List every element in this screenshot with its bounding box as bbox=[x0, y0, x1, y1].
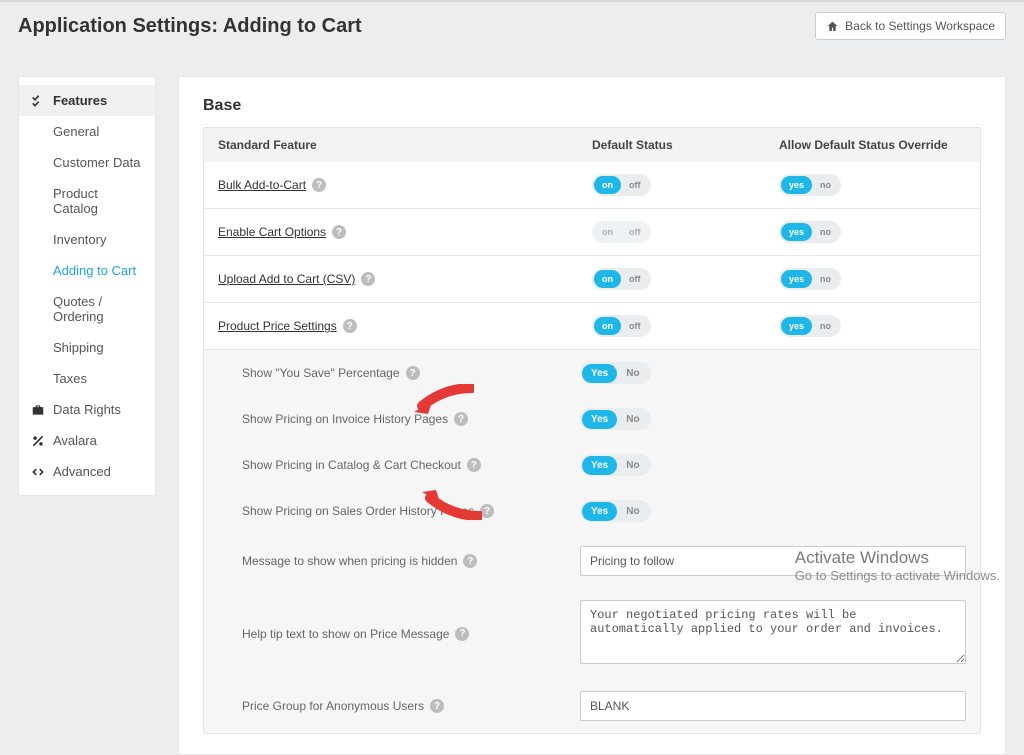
help-icon[interactable]: ? bbox=[467, 458, 481, 472]
sidebar-item-label: Inventory bbox=[53, 232, 106, 247]
sub-row-help-tip: Help tip text to show on Price Message? … bbox=[204, 588, 980, 679]
briefcase-icon bbox=[31, 403, 45, 417]
help-icon[interactable]: ? bbox=[463, 554, 477, 568]
sidebar-item-label: Data Rights bbox=[53, 402, 121, 417]
sub-label: Show Pricing on Invoice History Pages bbox=[242, 412, 448, 426]
sidebar-item-advanced[interactable]: Advanced bbox=[19, 456, 155, 487]
help-tip-textarea[interactable]: Your negotiated pricing rates will be au… bbox=[580, 600, 966, 664]
sub-row-invoice-history: Show Pricing on Invoice History Pages? Y… bbox=[204, 396, 980, 442]
sales-order-toggle[interactable]: YesNo bbox=[580, 500, 651, 522]
sidebar-item-features[interactable]: Features bbox=[19, 85, 155, 116]
sub-row-you-save: Show "You Save" Percentage? YesNo bbox=[204, 350, 980, 396]
col-default-status: Default Status bbox=[592, 138, 779, 152]
sub-row-sales-order: Show Pricing on Sales Order History Page… bbox=[204, 488, 980, 534]
sidebar-item-customer-data[interactable]: Customer Data bbox=[19, 147, 155, 178]
sidebar-item-inventory[interactable]: Inventory bbox=[19, 224, 155, 255]
sidebar-item-label: Features bbox=[53, 93, 107, 108]
help-icon[interactable]: ? bbox=[455, 627, 469, 641]
sidebar-item-shipping[interactable]: Shipping bbox=[19, 332, 155, 363]
hidden-message-input[interactable] bbox=[580, 546, 966, 576]
sub-row-price-group: Price Group for Anonymous Users? bbox=[204, 679, 980, 733]
help-icon[interactable]: ? bbox=[312, 178, 326, 192]
sub-label: Show Pricing in Catalog & Cart Checkout bbox=[242, 458, 461, 472]
feature-row-upload-csv: Upload Add to Cart (CSV)? onoff yesno bbox=[203, 256, 981, 303]
help-icon[interactable]: ? bbox=[361, 272, 375, 286]
sidebar-item-product-catalog[interactable]: Product Catalog bbox=[19, 178, 155, 224]
sidebar-item-label: Product Catalog bbox=[53, 186, 143, 216]
bulk-add-link[interactable]: Bulk Add-to-Cart bbox=[218, 178, 306, 192]
enable-cart-status-toggle[interactable]: onoff bbox=[592, 221, 651, 243]
price-group-input[interactable] bbox=[580, 691, 966, 721]
col-allow-override: Allow Default Status Override bbox=[779, 138, 966, 152]
sidebar-item-avalara[interactable]: Avalara bbox=[19, 425, 155, 456]
upload-csv-status-toggle[interactable]: onoff bbox=[592, 268, 651, 290]
bulk-override-toggle[interactable]: yesno bbox=[779, 174, 841, 196]
help-icon[interactable]: ? bbox=[406, 366, 420, 380]
percent-icon bbox=[31, 434, 45, 448]
sub-label: Message to show when pricing is hidden bbox=[242, 554, 457, 568]
section-title: Base bbox=[203, 97, 981, 115]
help-icon[interactable]: ? bbox=[343, 319, 357, 333]
upload-csv-link[interactable]: Upload Add to Cart (CSV) bbox=[218, 272, 355, 286]
help-icon[interactable]: ? bbox=[480, 504, 494, 518]
price-settings-subgroup: Show "You Save" Percentage? YesNo Show P… bbox=[203, 350, 981, 734]
sidebar-item-label: Taxes bbox=[53, 371, 87, 386]
sub-row-catalog-checkout: Show Pricing in Catalog & Cart Checkout?… bbox=[204, 442, 980, 488]
sub-label: Show Pricing on Sales Order History Page… bbox=[242, 504, 474, 518]
feature-row-price-settings: Product Price Settings? onoff yesno bbox=[203, 303, 981, 350]
sidebar-item-taxes[interactable]: Taxes bbox=[19, 363, 155, 394]
sub-label: Price Group for Anonymous Users bbox=[242, 699, 424, 713]
feature-row-enable-cart: Enable Cart Options? onoff yesno bbox=[203, 209, 981, 256]
sidebar-item-label: Shipping bbox=[53, 340, 104, 355]
back-to-workspace-button[interactable]: Back to Settings Workspace bbox=[815, 12, 1006, 40]
settings-sidebar: Features General Customer Data Product C… bbox=[18, 76, 156, 496]
sidebar-item-general[interactable]: General bbox=[19, 116, 155, 147]
sidebar-item-label: Avalara bbox=[53, 433, 97, 448]
sub-row-hidden-message: Message to show when pricing is hidden? bbox=[204, 534, 980, 588]
sidebar-item-label: Advanced bbox=[53, 464, 111, 479]
feature-row-bulk-add: Bulk Add-to-Cart? onoff yesno bbox=[203, 162, 981, 209]
sidebar-item-quotes-ordering[interactable]: Quotes / Ordering bbox=[19, 286, 155, 332]
sidebar-item-label: Adding to Cart bbox=[53, 263, 136, 278]
main-panel: Base Standard Feature Default Status All… bbox=[178, 76, 1006, 755]
home-icon bbox=[826, 20, 839, 33]
help-icon[interactable]: ? bbox=[332, 225, 346, 239]
price-settings-status-toggle[interactable]: onoff bbox=[592, 315, 651, 337]
sub-label: Show "You Save" Percentage bbox=[242, 366, 400, 380]
col-standard-feature: Standard Feature bbox=[218, 138, 592, 152]
help-icon[interactable]: ? bbox=[430, 699, 444, 713]
sidebar-item-data-rights[interactable]: Data Rights bbox=[19, 394, 155, 425]
you-save-toggle[interactable]: YesNo bbox=[580, 362, 651, 384]
sidebar-item-adding-to-cart[interactable]: Adding to Cart bbox=[19, 255, 155, 286]
enable-cart-link[interactable]: Enable Cart Options bbox=[218, 225, 326, 239]
bulk-status-toggle[interactable]: onoff bbox=[592, 174, 651, 196]
catalog-checkout-toggle[interactable]: YesNo bbox=[580, 454, 651, 476]
sub-label: Help tip text to show on Price Message bbox=[242, 627, 449, 641]
page-title: Application Settings: Adding to Cart bbox=[18, 15, 362, 38]
help-icon[interactable]: ? bbox=[454, 412, 468, 426]
sidebar-item-label: General bbox=[53, 124, 99, 139]
checklist-icon bbox=[31, 94, 45, 108]
back-label: Back to Settings Workspace bbox=[845, 19, 995, 33]
upload-csv-override-toggle[interactable]: yesno bbox=[779, 268, 841, 290]
sidebar-item-label: Quotes / Ordering bbox=[53, 294, 143, 324]
invoice-history-toggle[interactable]: YesNo bbox=[580, 408, 651, 430]
code-icon bbox=[31, 465, 45, 479]
price-settings-override-toggle[interactable]: yesno bbox=[779, 315, 841, 337]
table-header: Standard Feature Default Status Allow De… bbox=[203, 127, 981, 162]
sidebar-item-label: Customer Data bbox=[53, 155, 140, 170]
price-settings-link[interactable]: Product Price Settings bbox=[218, 319, 337, 333]
enable-cart-override-toggle[interactable]: yesno bbox=[779, 221, 841, 243]
